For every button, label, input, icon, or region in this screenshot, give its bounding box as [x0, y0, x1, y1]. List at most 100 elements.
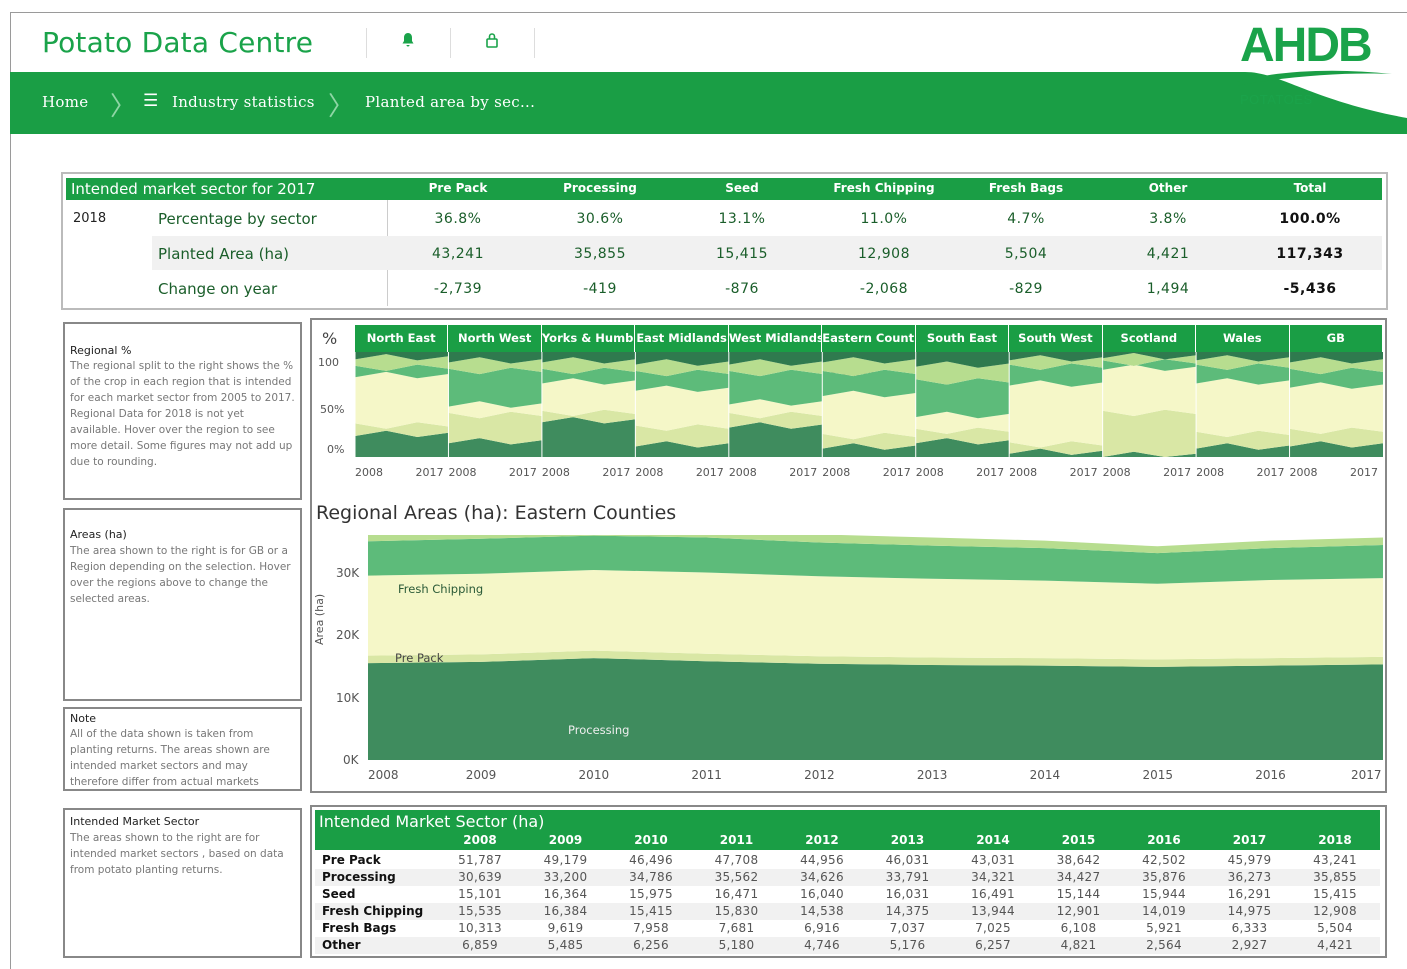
regional-info-box: Regional % The regional split to the rig… [63, 322, 302, 500]
region-tab-south-west[interactable]: South West [1009, 325, 1103, 352]
bell-icon[interactable] [401, 32, 415, 52]
region-tab-north-west[interactable]: North West [448, 325, 542, 352]
market-table-cell: 43,031 [971, 853, 1015, 867]
region-area-band[interactable] [822, 369, 916, 398]
market-table-cell: 33,200 [543, 870, 588, 884]
summary-row-label: Change on year [158, 280, 278, 298]
market-table-cell: 14,019 [1142, 904, 1186, 918]
region-tab-south-east[interactable]: South East [915, 325, 1010, 352]
area-series-label: Processing [568, 723, 630, 737]
region-tab-yorks-humb-[interactable]: Yorks & Humb. [541, 325, 636, 352]
summary-row-label: Planted Area (ha) [158, 245, 290, 263]
region-year-start: 2008 [1196, 466, 1225, 479]
region-area-band[interactable] [355, 430, 449, 457]
region-tab-wales[interactable]: Wales [1196, 325, 1290, 352]
region-area-band[interactable] [1289, 382, 1384, 434]
region-area-band[interactable] [1009, 380, 1103, 448]
region-area-band[interactable] [915, 378, 1010, 419]
region-year-start: 2008 [822, 466, 851, 479]
region-year-end: 2017 [1256, 466, 1285, 479]
breadcrumb-home[interactable]: Home [42, 93, 88, 111]
market-table-cell: 15,975 [629, 887, 673, 901]
summary-cell: 13.1% [718, 211, 766, 227]
breadcrumb-current[interactable]: Planted area by sec... [365, 93, 535, 111]
summary-cell: -829 [1009, 281, 1043, 297]
market-table-cell: 16,031 [885, 887, 930, 901]
area-series-pre-pack[interactable] [368, 570, 1383, 660]
area-y-tick: 0K [343, 753, 359, 767]
summary-cell: 4.7% [1007, 211, 1045, 227]
market-table-cell: 16,364 [543, 887, 588, 901]
region-year-end: 2017 [1163, 466, 1192, 479]
market-table-year: 2017 [1232, 833, 1267, 847]
market-table-year: 2009 [548, 833, 583, 847]
logo-swoosh [1237, 70, 1392, 86]
summary-col-header: Other [1148, 181, 1188, 195]
market-table-cell: 5,180 [718, 938, 755, 952]
region-area-band[interactable] [541, 417, 636, 457]
summary-cell: 43,241 [432, 246, 484, 262]
info-title: Areas (ha) [70, 528, 127, 541]
market-table-cell: 14,975 [1227, 904, 1272, 918]
area-chart-ylabel: Area (ha) [313, 593, 326, 645]
regional-y-unit: % [322, 329, 338, 348]
region-area-band[interactable] [635, 385, 729, 431]
market-table-cell: 5,176 [889, 938, 926, 952]
area-x-tick: 2017 [1351, 768, 1382, 782]
market-table-year: 2013 [890, 833, 925, 847]
region-year-end: 2017 [882, 466, 911, 479]
market-table-year: 2011 [719, 833, 754, 847]
region-tab-west-midlands[interactable]: West Midlands [728, 325, 823, 352]
region-year-start: 2008 [635, 466, 664, 479]
region-area-band[interactable] [1102, 364, 1197, 416]
info-title: Note [70, 712, 97, 725]
area-series-processing[interactable] [368, 658, 1383, 760]
menu-icon[interactable]: ☰ [143, 91, 159, 111]
summary-cell: 11.0% [860, 211, 908, 227]
region-year-start: 2008 [1009, 466, 1038, 479]
region-area-band[interactable] [541, 378, 636, 416]
dashboard-root: { "app": { "title": "Potato Data Centre"… [0, 0, 1407, 969]
breadcrumb-industry-statistics[interactable]: Industry statistics [172, 93, 315, 111]
summary-cell: 100.0% [1279, 211, 1341, 227]
market-table-cell: 6,859 [462, 938, 498, 952]
area-series-label: Pre Pack [395, 651, 444, 665]
market-table-row-label: Seed [322, 887, 356, 901]
region-year-start: 2008 [728, 466, 757, 479]
market-table-cell: 6,257 [975, 938, 1011, 952]
region-year-end: 2017 [976, 466, 1005, 479]
market-table-cell: 30,639 [458, 870, 502, 884]
market-table-cell: 16,040 [800, 887, 844, 901]
region-area-band[interactable] [448, 411, 542, 445]
lock-icon[interactable] [485, 32, 499, 52]
region-year-end: 2017 [695, 466, 724, 479]
region-area-band[interactable] [448, 367, 542, 408]
area-y-tick: 30K [336, 565, 360, 580]
region-area-band[interactable] [355, 371, 449, 429]
region-tab-gb[interactable]: GB [1289, 325, 1383, 352]
region-area-band[interactable] [1196, 378, 1290, 437]
market-table-cell: 15,101 [458, 887, 502, 901]
region-year-end: 2017 [789, 466, 818, 479]
app-title: Potato Data Centre [42, 26, 314, 59]
region-tab-eastern-count-[interactable]: Eastern Count. [822, 325, 916, 352]
region-tab-north-east[interactable]: North East [355, 325, 449, 352]
region-area-band[interactable] [728, 369, 823, 406]
area-chart-title: Regional Areas (ha): Eastern Counties [316, 502, 677, 524]
market-table-cell: 51,787 [458, 853, 502, 867]
region-area-band[interactable] [728, 422, 823, 457]
region-year-start: 2008 [915, 466, 944, 479]
region-year-end: 2017 [602, 466, 631, 479]
area-x-tick: 2008 [368, 768, 399, 782]
market-table-cell: 35,562 [714, 870, 759, 884]
region-tab-east-midlands[interactable]: East Midlands [635, 325, 729, 352]
region-area-band[interactable] [1102, 409, 1197, 457]
region-year-start: 2008 [1289, 466, 1318, 479]
region-tab-scotland[interactable]: Scotland [1102, 325, 1197, 352]
market-table-cell: 7,681 [718, 921, 755, 935]
ahdb-logo[interactable]: AHDB [1240, 18, 1373, 73]
region-area-band[interactable] [822, 390, 916, 440]
summary-title: Intended market sector for 2017 [71, 180, 316, 198]
market-info-box: Intended Market Sector The areas shown t… [63, 808, 302, 958]
market-table-cell: 7,037 [889, 921, 926, 935]
